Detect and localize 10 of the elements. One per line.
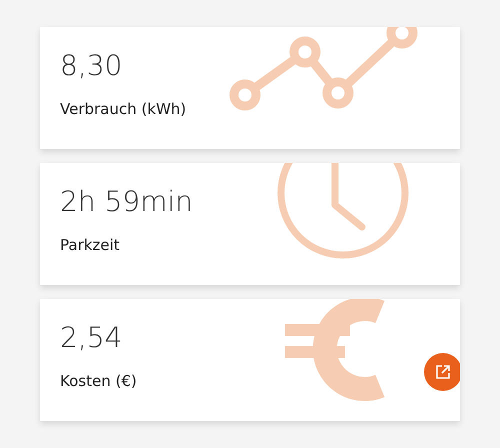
stat-label: Kosten (€) [60,372,137,390]
stat-value: 2h 59min [60,185,193,218]
external-link-button[interactable] [424,353,460,391]
clock-icon [278,163,408,258]
stat-label: Parkzeit [60,236,120,254]
stat-label: Verbrauch (kWh) [60,100,186,118]
stat-value: 2,54 [60,321,122,354]
stat-value: 8,30 [60,49,122,82]
external-link-icon [435,364,451,380]
euro-icon [285,299,384,401]
